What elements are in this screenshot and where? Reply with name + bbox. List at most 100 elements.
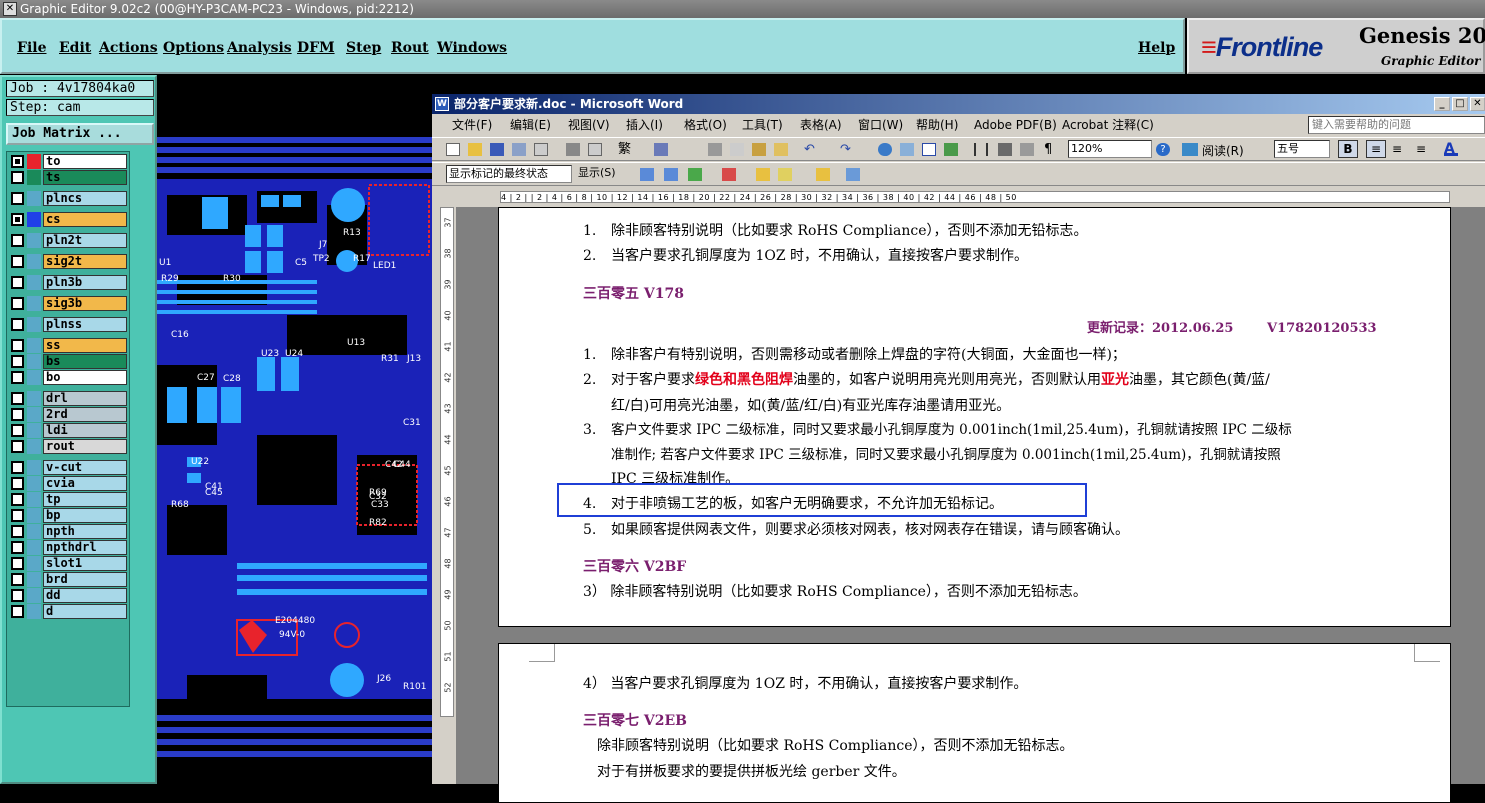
layer-checkbox[interactable]: [11, 557, 24, 570]
layer-checkbox[interactable]: [11, 525, 24, 538]
maximize-button[interactable]: □: [1452, 97, 1468, 111]
track-changes-icon[interactable]: [816, 168, 830, 181]
menu-analysis[interactable]: Analysis: [227, 40, 292, 56]
layer-checkbox[interactable]: [11, 424, 24, 437]
layer-color-swatch[interactable]: [27, 296, 41, 311]
tables-borders-icon[interactable]: [900, 143, 914, 156]
menu-edit[interactable]: Edit: [59, 40, 91, 56]
word-menu-tools[interactable]: 工具(T): [742, 114, 783, 136]
layer-color-swatch[interactable]: [27, 275, 41, 290]
layer-row-bp[interactable]: bp: [9, 508, 129, 523]
layer-row-d[interactable]: d: [9, 604, 129, 619]
right-align-icon[interactable]: ≡: [1416, 143, 1430, 156]
layer-name[interactable]: brd: [43, 572, 127, 587]
layer-color-swatch[interactable]: [27, 317, 41, 332]
layer-checkbox[interactable]: [11, 355, 24, 368]
layer-checkbox[interactable]: [11, 605, 24, 618]
email-icon[interactable]: [534, 143, 548, 156]
layer-row-pln2t[interactable]: pln2t: [9, 233, 129, 248]
layer-checkbox[interactable]: [11, 573, 24, 586]
layer-color-swatch[interactable]: [27, 508, 41, 523]
layer-name[interactable]: sig3b: [43, 296, 127, 311]
layer-color-swatch[interactable]: [27, 170, 41, 185]
paste-icon[interactable]: [752, 143, 766, 156]
center-align-icon[interactable]: ≡: [1392, 143, 1406, 156]
new-icon[interactable]: [446, 143, 460, 156]
layer-color-swatch[interactable]: [27, 460, 41, 475]
layer-checkbox[interactable]: [11, 255, 24, 268]
layer-row-npthdrl[interactable]: npthdrl: [9, 540, 129, 555]
show-hide-icon[interactable]: ¶: [1044, 143, 1058, 156]
cut-icon[interactable]: [708, 143, 722, 156]
menu-windows[interactable]: Windows: [437, 40, 507, 56]
research-icon[interactable]: [654, 143, 668, 156]
layer-row-cvia[interactable]: cvia: [9, 476, 129, 491]
layer-color-swatch[interactable]: [27, 492, 41, 507]
job-matrix-button[interactable]: Job Matrix ...: [6, 123, 154, 145]
layer-checkbox[interactable]: [11, 234, 24, 247]
layer-color-swatch[interactable]: [27, 407, 41, 422]
previous-change-icon[interactable]: [640, 168, 654, 181]
layer-row-bo[interactable]: bo: [9, 370, 129, 385]
layer-checkbox[interactable]: [11, 276, 24, 289]
traditional-chinese-icon[interactable]: 繁: [618, 143, 632, 156]
layer-color-swatch[interactable]: [27, 391, 41, 406]
layer-row-rout[interactable]: rout: [9, 439, 129, 454]
layer-name[interactable]: drl: [43, 391, 127, 406]
layer-color-swatch[interactable]: [27, 212, 41, 227]
layer-name[interactable]: ss: [43, 338, 127, 353]
bold-button[interactable]: B: [1338, 140, 1358, 158]
layer-row-ldi[interactable]: ldi: [9, 423, 129, 438]
markup-display-combo[interactable]: 显示标记的最终状态: [446, 165, 572, 183]
layer-checkbox[interactable]: [11, 318, 24, 331]
word-menu-help[interactable]: 帮助(H): [916, 114, 958, 136]
permission-icon[interactable]: [512, 143, 526, 156]
layer-color-swatch[interactable]: [27, 524, 41, 539]
layer-row-v-cut[interactable]: v-cut: [9, 460, 129, 475]
menu-options[interactable]: Options: [163, 40, 224, 56]
drawing-icon[interactable]: [998, 143, 1012, 156]
layer-row-to[interactable]: to: [9, 154, 129, 169]
word-menu-acrobat[interactable]: Acrobat 注释(C): [1062, 114, 1154, 136]
print-preview-icon[interactable]: [588, 143, 602, 156]
layer-checkbox[interactable]: [11, 371, 24, 384]
reviewing-pane-icon[interactable]: [846, 168, 860, 181]
vertical-ruler[interactable]: 37 38 39 40 41 42 43 44 45 46 47 48 49 50 51 52: [440, 207, 454, 717]
layer-name[interactable]: d: [43, 604, 127, 619]
justify-button[interactable]: ≡: [1366, 140, 1386, 158]
word-menu-edit[interactable]: 编辑(E): [510, 114, 551, 136]
font-size-combo[interactable]: 五号: [1274, 140, 1330, 158]
word-menu-format[interactable]: 格式(O): [684, 114, 727, 136]
layer-color-swatch[interactable]: [27, 191, 41, 206]
layer-checkbox[interactable]: [11, 493, 24, 506]
save-icon[interactable]: [490, 143, 504, 156]
layer-checkbox[interactable]: [11, 589, 24, 602]
word-menu-window[interactable]: 窗口(W): [858, 114, 903, 136]
layer-color-swatch[interactable]: [27, 254, 41, 269]
layer-row-sig3b[interactable]: sig3b: [9, 296, 129, 311]
layer-name[interactable]: ts: [43, 170, 127, 185]
horizontal-ruler[interactable]: 4 | 2 | | 2 | 4 | 6 | 8 | 10 | 12 | 14 |…: [432, 187, 1485, 205]
word-menu-adobe-pdf[interactable]: Adobe PDF(B): [974, 114, 1057, 136]
layer-row-dd[interactable]: dd: [9, 588, 129, 603]
layer-checkbox[interactable]: [11, 155, 24, 168]
layer-row-brd[interactable]: brd: [9, 572, 129, 587]
accept-change-icon[interactable]: [688, 168, 702, 181]
layer-name[interactable]: pln2t: [43, 233, 127, 248]
layer-checkbox[interactable]: [11, 192, 24, 205]
document-page-1[interactable]: 1. 除非顾客特别说明（比如要求 RoHS Compliance），否则不添加无…: [498, 207, 1451, 627]
zoom-combo[interactable]: 120%: [1068, 140, 1152, 158]
insert-table-icon[interactable]: [922, 143, 936, 156]
print-icon[interactable]: [566, 143, 580, 156]
help-icon[interactable]: ?: [1156, 143, 1170, 156]
next-change-icon[interactable]: [664, 168, 678, 181]
read-mode-label[interactable]: 阅读(R): [1202, 142, 1244, 159]
layer-name[interactable]: cs: [43, 212, 127, 227]
layer-name[interactable]: tp: [43, 492, 127, 507]
menu-rout[interactable]: Rout: [391, 40, 429, 56]
layer-checkbox[interactable]: [11, 509, 24, 522]
layer-name[interactable]: sig2t: [43, 254, 127, 269]
layer-name[interactable]: npthdrl: [43, 540, 127, 555]
layer-color-swatch[interactable]: [27, 370, 41, 385]
layer-checkbox[interactable]: [11, 461, 24, 474]
